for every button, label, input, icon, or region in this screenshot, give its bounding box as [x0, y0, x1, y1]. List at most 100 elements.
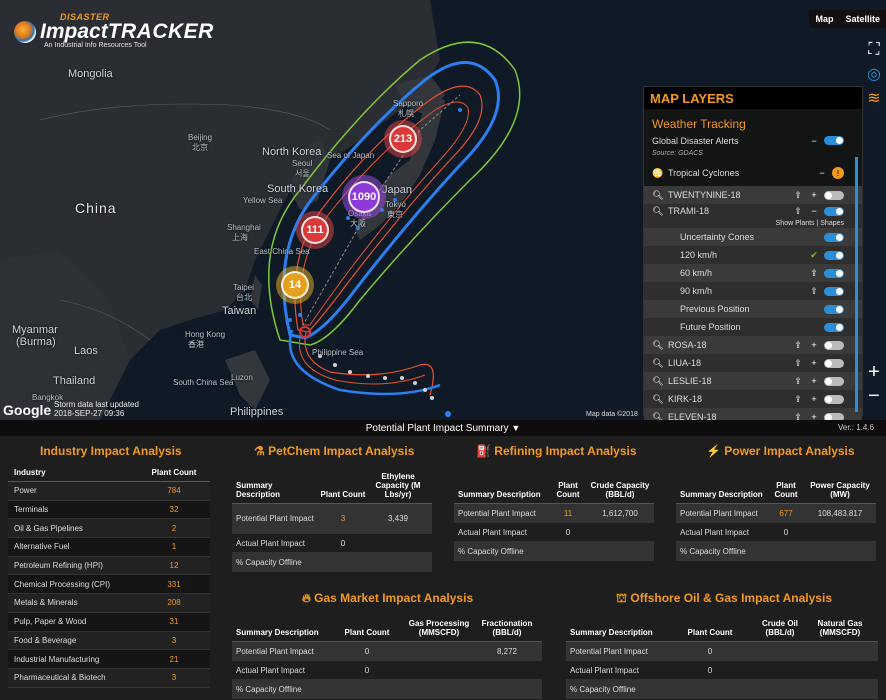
- label-laos: Laos: [74, 345, 98, 357]
- layers-scrollbar[interactable]: [855, 157, 858, 412]
- search-icon[interactable]: 🔍︎: [652, 376, 664, 387]
- industry-row[interactable]: Alternative Fuel 1: [8, 538, 210, 557]
- industry-header: Industry Plant Count: [8, 464, 210, 482]
- map-data-attribution[interactable]: Map data ©2018: [586, 411, 638, 418]
- industry-row[interactable]: Terminals 32: [8, 500, 210, 520]
- industry-row[interactable]: Chemical Processing (CPI) 331: [8, 575, 210, 595]
- oil-rig-icon: ⛫: [616, 591, 631, 605]
- industry-row[interactable]: Food & Beverage 3: [8, 631, 210, 651]
- expand-icon[interactable]: +: [808, 190, 820, 200]
- share-icon[interactable]: ⇪: [792, 340, 804, 351]
- map-type-map-button[interactable]: Map: [809, 10, 839, 28]
- layer-toggle[interactable]: [824, 232, 844, 242]
- label-taiwan: Taiwan: [222, 305, 257, 317]
- power-title: ⚡ Power Impact Analysis: [706, 444, 855, 458]
- industry-row[interactable]: Metals & Minerals 208: [8, 594, 210, 613]
- search-icon[interactable]: 🔍︎: [652, 340, 664, 351]
- expand-icon[interactable]: +: [808, 412, 820, 420]
- layer-toggle[interactable]: [824, 206, 844, 216]
- share-icon[interactable]: ⇪: [808, 286, 820, 297]
- cyclone-row-twentynine[interactable]: 🔍︎ TWENTYNINE-18 ⇪ +: [644, 186, 862, 204]
- collapse-icon[interactable]: −: [816, 168, 828, 178]
- search-icon[interactable]: 🔍︎: [652, 358, 664, 369]
- swirl-icon: [14, 21, 36, 43]
- layer-toggle[interactable]: [824, 412, 844, 420]
- layers-icon[interactable]: ≋: [864, 88, 884, 108]
- layer-toggle[interactable]: [824, 250, 844, 260]
- layer-toggle[interactable]: [824, 376, 844, 386]
- layer-toggle[interactable]: [824, 394, 844, 404]
- label-seoul-local: 서울: [295, 169, 310, 178]
- industry-count: 2: [171, 523, 177, 533]
- cluster-marker[interactable]: 213: [384, 120, 422, 158]
- summary-bar[interactable]: Potential Plant Impact Summary ▼ Ver.: 1…: [0, 420, 886, 436]
- show-plants-shapes[interactable]: Show Plants | Shapes: [644, 218, 862, 228]
- industry-count: 784: [167, 486, 181, 496]
- zoom-in-button[interactable]: +: [864, 361, 884, 383]
- cluster-marker[interactable]: 14: [276, 266, 314, 304]
- search-icon[interactable]: 🔍︎: [652, 190, 664, 201]
- fullscreen-icon[interactable]: ⛶: [864, 40, 884, 60]
- chevron-down-icon[interactable]: ▼: [511, 423, 520, 433]
- layer-toggle[interactable]: [824, 268, 844, 278]
- global-alerts-toggle[interactable]: [824, 136, 844, 145]
- gas-title: 🔥︎ Gas Market Impact Analysis: [302, 591, 474, 605]
- cyclone-row-rosa[interactable]: 🔍︎ ROSA-18 ⇪ +: [644, 336, 862, 354]
- cyclone-row-leslie[interactable]: 🔍︎ LESLIE-18 ⇪ +: [644, 372, 862, 390]
- layer-toggle[interactable]: [824, 190, 844, 200]
- cyclone-row-kirk[interactable]: 🔍︎ KIRK-18 ⇪ +: [644, 390, 862, 408]
- label-tokyo: Tokyo: [385, 200, 406, 209]
- map-type-satellite-button[interactable]: Satellite: [839, 10, 886, 28]
- collapse-icon[interactable]: −: [808, 206, 820, 216]
- cyclone-row-trami[interactable]: 🔍︎ TRAMI-18 ⇪ −: [644, 204, 862, 218]
- label-taipei-local: 台北: [236, 293, 252, 302]
- expand-icon[interactable]: +: [808, 376, 820, 386]
- cyclone-row-eleven[interactable]: 🔍︎ ELEVEN-18 ⇪ +: [644, 408, 862, 420]
- industry-row[interactable]: Pulp, Paper & Wood 31: [8, 612, 210, 632]
- industry-row[interactable]: Industrial Manufacturing 21: [8, 650, 210, 669]
- uncertainty-cones-row: Uncertainty Cones: [644, 228, 862, 246]
- label-seoul: Seoul: [292, 159, 313, 168]
- cluster-marker[interactable]: 1090: [342, 175, 386, 219]
- label-thailand: Thailand: [53, 375, 96, 387]
- flask-icon: ⚗: [254, 444, 269, 458]
- tropical-cyclones-row[interactable]: ♋ Tropical Cyclones − !: [644, 164, 862, 182]
- petchem-title: ⚗ PetChem Impact Analysis: [254, 444, 415, 458]
- industry-name: Alternative Fuel: [14, 542, 70, 552]
- share-icon[interactable]: ⇪: [808, 268, 820, 279]
- layer-toggle[interactable]: [824, 286, 844, 296]
- search-icon[interactable]: 🔍︎: [652, 206, 664, 217]
- label-osaka-local: 大阪: [350, 219, 366, 228]
- cluster-marker[interactable]: 111: [296, 211, 334, 249]
- layer-toggle[interactable]: [824, 304, 844, 314]
- expand-icon[interactable]: +: [808, 394, 820, 404]
- industry-row[interactable]: Pharmaceutical & Biotech 3: [8, 668, 210, 688]
- industry-row[interactable]: Petroleum Refining (HPI) 12: [8, 556, 210, 576]
- previous-position-row: Previous Position: [644, 300, 862, 318]
- alert-badge: !: [832, 167, 844, 179]
- kmh60-row: 60 km/h ⇪: [644, 264, 862, 282]
- share-icon[interactable]: ⇪: [792, 206, 804, 217]
- location-icon[interactable]: ◎: [864, 64, 884, 84]
- zoom-out-button[interactable]: −: [864, 385, 884, 407]
- industry-row[interactable]: Oil & Gas Pipelines 2: [8, 519, 210, 539]
- expand-icon[interactable]: +: [808, 358, 820, 368]
- expand-icon[interactable]: +: [808, 340, 820, 350]
- search-icon[interactable]: 🔍︎: [652, 394, 664, 405]
- layer-toggle[interactable]: [824, 358, 844, 368]
- share-icon[interactable]: ⇪: [792, 358, 804, 369]
- share-icon[interactable]: ⇪: [792, 376, 804, 387]
- search-icon[interactable]: 🔍︎: [652, 412, 664, 421]
- collapse-icon[interactable]: −: [808, 136, 820, 146]
- cyclone-row-liua[interactable]: 🔍︎ LIUA-18 ⇪ +: [644, 354, 862, 372]
- share-icon[interactable]: ⇪: [792, 190, 804, 201]
- share-icon[interactable]: ⇪: [792, 412, 804, 421]
- layer-toggle[interactable]: [824, 340, 844, 350]
- label-taipei: Taipei: [233, 283, 254, 292]
- petchem-table: Summary Description Plant Count Ethylene…: [232, 466, 432, 572]
- future-position-row: Future Position: [644, 318, 862, 336]
- layer-toggle[interactable]: [824, 322, 844, 332]
- map-canvas[interactable]: DISASTER Impact TRACKER An Industrial Inf…: [0, 0, 886, 420]
- industry-row[interactable]: Power 784: [8, 482, 210, 501]
- share-icon[interactable]: ⇪: [792, 394, 804, 405]
